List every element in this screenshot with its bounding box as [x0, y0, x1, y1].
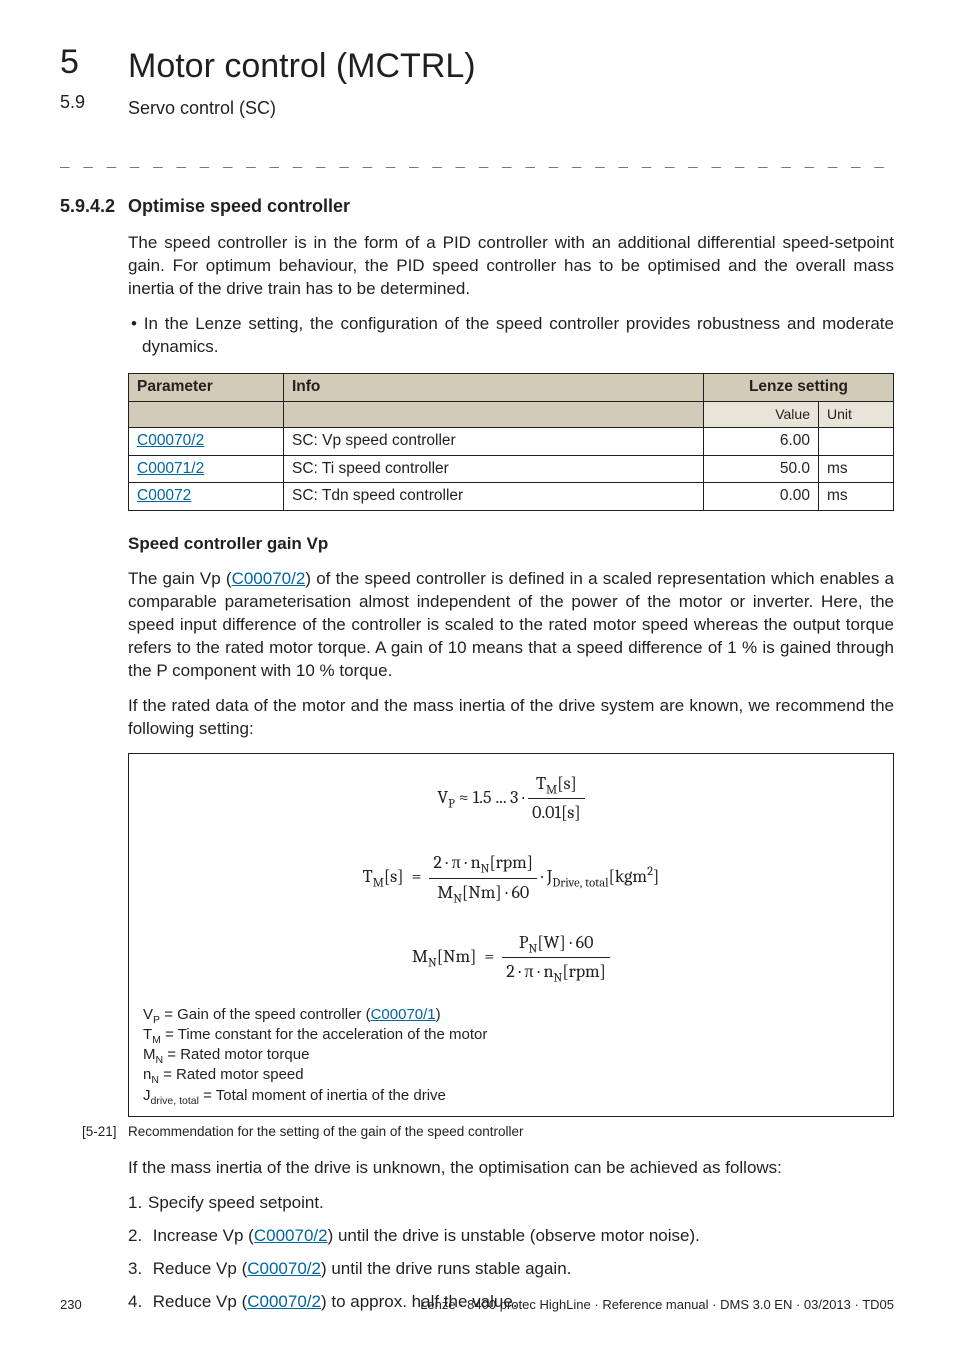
- cell-value: 0.00: [704, 483, 819, 511]
- step-link[interactable]: C00070/2: [254, 1226, 328, 1245]
- gain-link[interactable]: C00070/2: [232, 569, 306, 588]
- subsection-number: 5.9: [60, 90, 85, 114]
- cell-info: SC: Tdn speed controller: [284, 483, 704, 511]
- formula-mn: MN[Nm] = PN[W] · 60 2 · π · nN[rpm]: [412, 931, 610, 985]
- cell-unit: ms: [819, 483, 894, 511]
- cell-value: 50.0: [704, 455, 819, 483]
- formula-legend: VP = Gain of the speed controller (C0007…: [143, 1005, 879, 1106]
- section-number: 5.9.4.2: [60, 194, 115, 218]
- gain-paragraph-2: If the rated data of the motor and the m…: [128, 695, 894, 741]
- step-link[interactable]: C00070/2: [247, 1259, 321, 1278]
- table-row: C00071/2 SC: Ti speed controller 50.0 ms: [129, 455, 894, 483]
- after-box-paragraph: If the mass inertia of the drive is unkn…: [128, 1157, 894, 1180]
- gain-heading: Speed controller gain Vp: [128, 533, 894, 556]
- param-link[interactable]: C00070/2: [137, 432, 204, 449]
- cell-unit: ms: [819, 455, 894, 483]
- page-footer: 230 Lenze · 8400 protec HighLine · Refer…: [60, 1296, 894, 1314]
- th-parameter: Parameter: [129, 373, 284, 401]
- th-info: Info: [284, 373, 704, 401]
- chapter-title: Motor control (MCTRL): [128, 44, 894, 90]
- section-title: Optimise speed controller: [128, 194, 894, 218]
- table-row: C00070/2 SC: Vp speed controller 6.00: [129, 427, 894, 455]
- th-unit: Unit: [819, 401, 894, 427]
- section-intro: The speed controller is in the form of a…: [128, 232, 894, 301]
- formula-tm: TM[s] = 2 · π · nN[rpm] MN[Nm] · 60 · JD…: [363, 851, 660, 905]
- param-link[interactable]: C00071/2: [137, 460, 204, 477]
- gain-paragraph-1: The gain Vp (C00070/2) of the speed cont…: [128, 568, 894, 683]
- list-item: Specify speed setpoint.: [148, 1192, 894, 1215]
- divider: _ _ _ _ _ _ _ _ _ _ _ _ _ _ _ _ _ _ _ _ …: [60, 148, 894, 170]
- list-item: Increase Vp (C00070/2) until the drive i…: [148, 1225, 894, 1248]
- figure-caption: [5-21]Recommendation for the setting of …: [82, 1123, 894, 1141]
- param-link[interactable]: C00072: [137, 487, 191, 504]
- table-row: C00072 SC: Tdn speed controller 0.00 ms: [129, 483, 894, 511]
- page-number: 230: [60, 1296, 82, 1314]
- subsection-title: Servo control (SC): [128, 96, 894, 120]
- parameter-table: Parameter Info Lenze setting Value Unit …: [128, 373, 894, 512]
- th-lenze-setting: Lenze setting: [704, 373, 894, 401]
- chapter-number: 5: [60, 40, 79, 86]
- cell-value: 6.00: [704, 427, 819, 455]
- th-value: Value: [704, 401, 819, 427]
- cell-unit: [819, 427, 894, 455]
- formula-box: VP ≈ 1.5 ... 3 · TM[s] 0.01[s] TM[s] = 2…: [128, 753, 894, 1117]
- list-item: Reduce Vp (C00070/2) until the drive run…: [148, 1258, 894, 1281]
- legend-link[interactable]: C00070/1: [371, 1006, 436, 1023]
- formula-vp: VP ≈ 1.5 ... 3 · TM[s] 0.01[s]: [437, 772, 584, 826]
- cell-info: SC: Vp speed controller: [284, 427, 704, 455]
- section-bullet: In the Lenze setting, the configuration …: [128, 313, 894, 359]
- cell-info: SC: Ti speed controller: [284, 455, 704, 483]
- footer-text: Lenze · 8400 protec HighLine · Reference…: [420, 1296, 894, 1314]
